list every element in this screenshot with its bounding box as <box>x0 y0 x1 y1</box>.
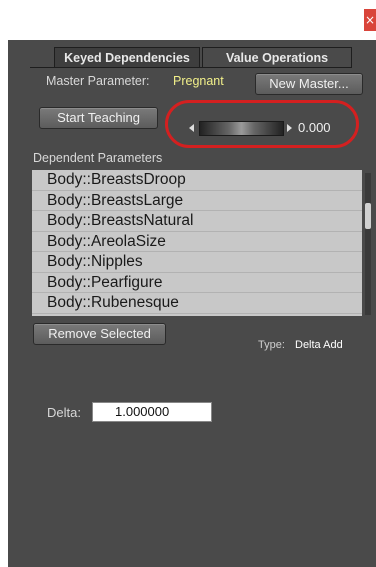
list-item[interactable]: Body::AreolaSize <box>32 232 362 252</box>
type-label: Type: <box>258 339 285 351</box>
highlight-annotation <box>165 100 359 148</box>
tab-value-operations[interactable]: Value Operations <box>202 47 352 68</box>
dependent-parameters-header: Dependent Parameters <box>33 151 163 165</box>
list-item[interactable]: Body::BreastsNatural <box>32 211 362 232</box>
dependent-parameters-list[interactable]: Body::BreastsDroop Body::BreastsLarge Bo… <box>32 170 362 316</box>
new-master-button[interactable]: New Master... <box>255 73 363 95</box>
start-teaching-button[interactable]: Start Teaching <box>39 107 158 129</box>
delta-label: Delta: <box>47 405 81 420</box>
close-icon[interactable]: × <box>364 9 376 31</box>
list-item[interactable]: Body::Pearfigure <box>32 273 362 293</box>
list-scrollbar[interactable] <box>365 173 371 315</box>
master-parameter-label: Master Parameter: <box>46 74 150 88</box>
title-strip <box>0 0 376 40</box>
tab-keyed-dependencies[interactable]: Keyed Dependencies <box>54 47 200 68</box>
list-item[interactable]: Body::Rubenesque <box>32 293 362 314</box>
dependencies-panel: Keyed Dependencies Value Operations Mast… <box>8 40 376 567</box>
delta-field[interactable]: 1.000000 <box>92 402 212 422</box>
remove-selected-button[interactable]: Remove Selected <box>33 323 166 345</box>
scrollbar-thumb[interactable] <box>365 203 371 229</box>
list-item[interactable]: Body::BreastsDroop <box>32 170 362 191</box>
type-value: Delta Add <box>295 339 343 351</box>
master-parameter-value: Pregnant <box>173 74 224 88</box>
list-item[interactable]: Body::BreastsLarge <box>32 191 362 211</box>
list-item[interactable]: Body::Nipples <box>32 252 362 273</box>
tab-divider <box>30 67 352 68</box>
